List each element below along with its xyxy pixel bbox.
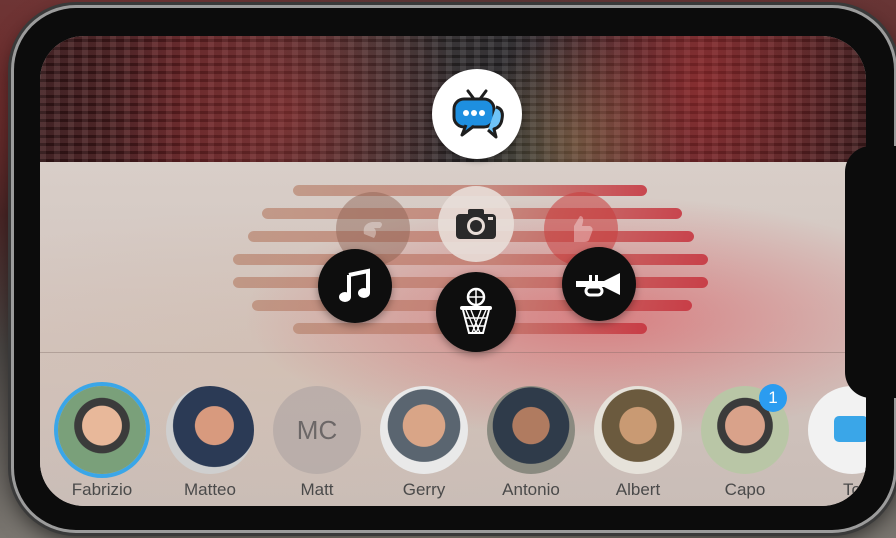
contact-gerry[interactable]: Gerry [378,386,470,500]
basketball-button[interactable] [436,272,516,352]
contact-name: Gerry [402,480,446,499]
contact-antonio[interactable]: Antonio [485,386,577,500]
hand-icon [363,222,382,238]
phone-side-button [845,146,896,398]
contacts-row: Fabrizio Matteo MC Matt Gerry Antonio Al… [40,352,866,506]
app-logo [432,69,522,159]
contact-name: Albert [615,480,661,499]
contact-capo[interactable]: 1 Capo [699,384,791,500]
basketball-hoop-icon [460,287,492,334]
contact-albert[interactable]: Albert [592,386,684,500]
thumb-icon [574,216,593,242]
contact-name: Matteo [184,480,236,499]
phone-frame: Fabrizio Matteo MC Matt Gerry Antonio Al… [14,8,896,530]
avatar [58,386,146,474]
trumpet-icon [576,273,620,297]
app-icon [834,416,866,442]
contact-name: Fabrizio [71,480,133,499]
contact-name: Antonio [502,480,560,499]
unread-badge: 1 [759,384,787,412]
camera-icon [456,209,496,239]
avatar [166,386,254,474]
avatar [487,386,575,474]
avatar [594,386,682,474]
contact-name: Matt [300,480,334,499]
phone-screen: Fabrizio Matteo MC Matt Gerry Antonio Al… [40,36,866,506]
contact-to[interactable]: To [806,386,866,500]
avatar [808,386,866,474]
trumpet-button[interactable] [562,247,636,321]
avatar-initials: MC [273,386,361,474]
music-button[interactable] [318,249,392,323]
contact-name: To [843,480,861,499]
chat-tv-icon [452,89,504,139]
camera-button[interactable] [438,186,514,262]
music-note-icon [339,268,370,302]
contact-name: Capo [724,480,766,499]
contact-fabrizio[interactable]: Fabrizio [56,386,148,500]
avatar [380,386,468,474]
contact-matt[interactable]: MC Matt [271,386,363,500]
contact-matteo[interactable]: Matteo [164,386,256,500]
